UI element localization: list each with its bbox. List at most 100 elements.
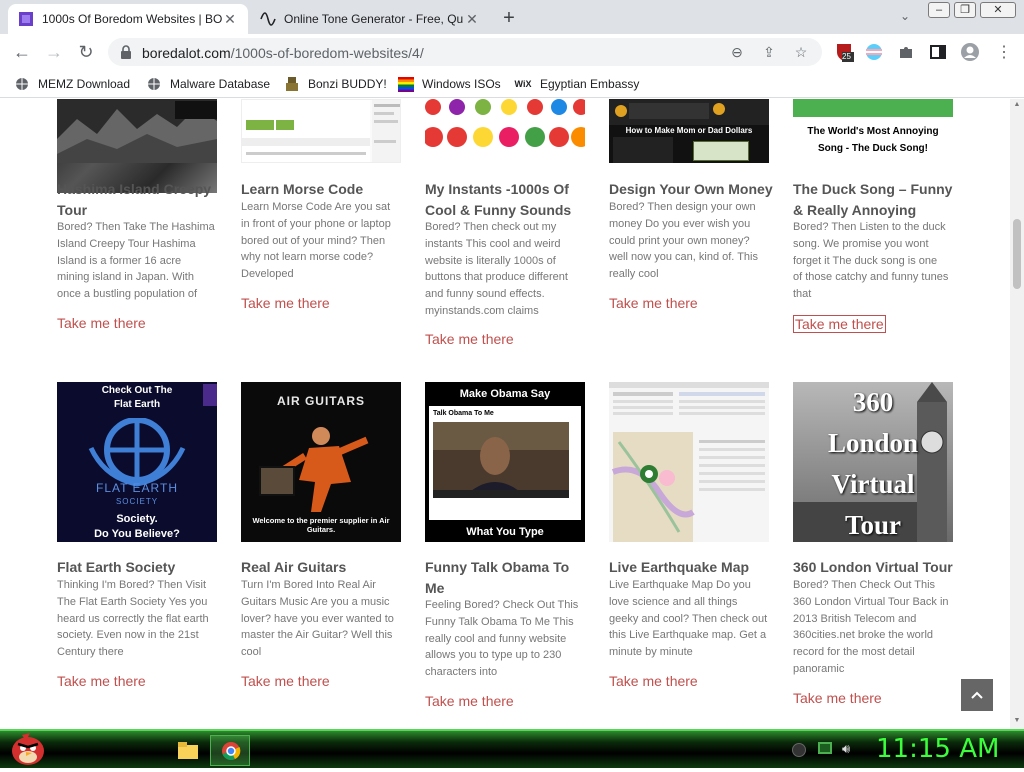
taskbar-clock[interactable]: 11:15 AM: [876, 734, 999, 764]
card-title[interactable]: Live Earthquake Map: [609, 557, 773, 578]
card-description: Learn Morse Code Are you sat in front of …: [241, 201, 391, 281]
take-me-there-link[interactable]: Take me there: [57, 315, 146, 331]
volume-icon[interactable]: 🔊︎: [842, 741, 858, 757]
scrollbar-thumb[interactable]: [1013, 219, 1021, 289]
lock-icon: [121, 45, 131, 59]
tab-title: Online Tone Generator - Free, Qu: [284, 12, 464, 26]
tab-search-icon[interactable]: ⌄: [896, 9, 914, 27]
bookmark-star-icon[interactable]: ☆: [792, 43, 810, 61]
card-title[interactable]: Funny Talk Obama To Me: [425, 557, 589, 599]
thumbnail-logo-text: AIR GUITARS: [276, 394, 366, 408]
take-me-there-link[interactable]: Take me there: [793, 315, 886, 333]
extensions-puzzle-icon[interactable]: [896, 42, 916, 62]
card-description: Bored? Then design your own money Do you …: [609, 201, 758, 281]
profile-avatar-icon[interactable]: [960, 42, 980, 62]
take-me-there-link[interactable]: Take me there: [241, 673, 330, 689]
reload-icon[interactable]: ↻: [74, 40, 98, 64]
close-tab-icon[interactable]: ✕: [464, 11, 480, 27]
card-title[interactable]: Real Air Guitars: [241, 557, 405, 578]
page-viewport: Hashima Island Creepy Tour Bored? Then Ta…: [0, 99, 1010, 729]
thumbnail-london[interactable]: 360 London Virtual Tour: [793, 382, 953, 542]
url-text: boredalot.com/1000s-of-boredom-websites/…: [142, 45, 424, 61]
forward-icon[interactable]: →: [42, 40, 66, 64]
extension-badge: 25: [842, 52, 851, 61]
tab-tone-generator[interactable]: Online Tone Generator - Free, Qu ✕: [250, 4, 490, 34]
profile-flag-icon[interactable]: [864, 42, 884, 62]
take-me-there-link[interactable]: Take me there: [793, 690, 882, 706]
start-button-angry-bird-icon[interactable]: [8, 729, 48, 767]
thumbnail-design-money[interactable]: How to Make Mom or Dad Dollars: [609, 99, 769, 163]
thumbnail-earthquake-map[interactable]: [609, 382, 769, 542]
chevron-up-icon: [971, 691, 983, 699]
take-me-there-link[interactable]: Take me there: [609, 295, 698, 311]
bookmark-malware-database[interactable]: Malware Database: [146, 75, 270, 93]
card-title[interactable]: The Duck Song – Funny & Really Annoying: [793, 179, 957, 221]
bookmarks-bar: MEMZ Download Malware Database Bonzi BUD…: [0, 70, 1024, 98]
back-to-top-button[interactable]: [961, 679, 993, 711]
card-title[interactable]: Learn Morse Code: [241, 179, 405, 200]
bookmark-bonzi-buddy[interactable]: Bonzi BUDDY!: [284, 75, 387, 93]
page-scrollbar[interactable]: ▲ ▼: [1010, 99, 1024, 729]
card-description: Feeling Bored? Check Out This Funny Talk …: [425, 599, 579, 679]
side-panel-icon[interactable]: [928, 42, 948, 62]
bonzi-icon: [284, 76, 300, 92]
new-tab-button[interactable]: +: [498, 7, 520, 29]
bookmark-egyptian-embassy[interactable]: WiX Egyptian Embassy: [514, 75, 640, 93]
address-bar[interactable]: boredalot.com/1000s-of-boredom-websites/…: [108, 38, 822, 66]
thumbnail-morse[interactable]: [241, 99, 401, 163]
file-explorer-icon[interactable]: [176, 735, 200, 766]
bookmark-windows-isos[interactable]: Windows ISOs: [398, 75, 501, 93]
take-me-there-link[interactable]: Take me there: [609, 673, 698, 689]
thumbnail-duck-song[interactable]: The World's Most Annoying Song - The Duck…: [793, 99, 953, 163]
thumbnail-caption-top: Check Out The Flat Earth: [101, 385, 173, 410]
tab-boredom-websites[interactable]: 1000s Of Boredom Websites | BO ✕: [8, 4, 248, 34]
scroll-up-icon[interactable]: ▲: [1013, 101, 1021, 109]
card-title[interactable]: 360 London Virtual Tour: [793, 557, 957, 578]
take-me-there-link[interactable]: Take me there: [241, 295, 330, 311]
browser-toolbar: ← → ↻ boredalot.com/1000s-of-boredom-web…: [0, 34, 1024, 70]
extension-shield-icon[interactable]: 25: [834, 42, 854, 62]
card-description: Thinking I'm Bored? Then Visit The Flat E…: [57, 579, 209, 659]
thumbnail-caption: How to Make Mom or Dad Dollars: [625, 126, 753, 135]
take-me-there-link[interactable]: Take me there: [425, 331, 514, 347]
thumbnail-caption: 360 London Virtual Tour: [827, 387, 919, 540]
tab-title: 1000s Of Boredom Websites | BO: [42, 12, 222, 26]
scroll-down-icon[interactable]: ▼: [1013, 717, 1021, 725]
tab-strip: 1000s Of Boredom Websites | BO ✕ Online …: [0, 0, 1024, 34]
site-favicon: [18, 11, 34, 27]
card-description: Turn I'm Bored Into Real Air Guitars Musi…: [241, 579, 394, 659]
card-title[interactable]: My Instants -1000s Of Cool & Funny Sounds: [425, 179, 589, 221]
tray-up-arrow-icon[interactable]: [792, 743, 806, 757]
thumbnail-air-guitars[interactable]: AIR GUITARS Welcome to the premier suppl…: [241, 382, 401, 542]
thumbnail-subtitle: Talk Obama To Me: [433, 410, 494, 417]
thumbnail-caption-top: Make Obama Say: [459, 388, 551, 400]
card-description: Bored? Then Listen to the duck song. We p…: [793, 221, 949, 301]
card-description: Bored? Then check out my instants This co…: [425, 221, 568, 317]
back-icon[interactable]: ←: [10, 40, 34, 64]
maximize-button[interactable]: ❐: [954, 2, 976, 18]
thumbnail-caption: The World's Most Annoying Song - The Duck…: [807, 126, 939, 154]
thumbnail-my-instants[interactable]: [425, 99, 585, 163]
thumbnail-obama[interactable]: Make Obama Say Talk Obama To Me What You…: [425, 382, 585, 542]
share-icon[interactable]: ⇪: [760, 43, 778, 61]
menu-kebab-icon[interactable]: ⋮: [994, 42, 1014, 62]
thumbnail-caption-bottom: Society. Do You Believe?: [94, 513, 180, 540]
thumbnail-flat-earth[interactable]: Check Out The Flat Earth FLAT EARTH SOCIET…: [57, 382, 217, 542]
network-icon[interactable]: [818, 742, 832, 754]
globe-icon: [146, 76, 162, 92]
card-title[interactable]: Flat Earth Society: [57, 557, 221, 578]
chrome-taskbar-icon[interactable]: [210, 735, 250, 766]
card-description: Bored? Then Check Out This 360 London Vir…: [793, 579, 949, 675]
take-me-there-link[interactable]: Take me there: [57, 673, 146, 689]
bookmark-memz[interactable]: MEMZ Download: [14, 75, 130, 93]
card-description: Live Earthquake Map Do you love science a…: [609, 579, 768, 659]
take-me-there-link[interactable]: Take me there: [425, 693, 514, 709]
close-tab-icon[interactable]: ✕: [222, 11, 238, 27]
card-title[interactable]: Design Your Own Money: [609, 179, 773, 200]
zoom-icon[interactable]: ⊖: [728, 43, 746, 61]
thumbnail-caption: Welcome to the premier supplier in Air G…: [252, 516, 390, 534]
minimize-button[interactable]: –: [928, 2, 950, 18]
close-window-button[interactable]: ✕: [980, 2, 1016, 18]
card-title[interactable]: Hashima Island Creepy Tour: [57, 179, 221, 221]
windows-flag-icon: [398, 76, 414, 92]
